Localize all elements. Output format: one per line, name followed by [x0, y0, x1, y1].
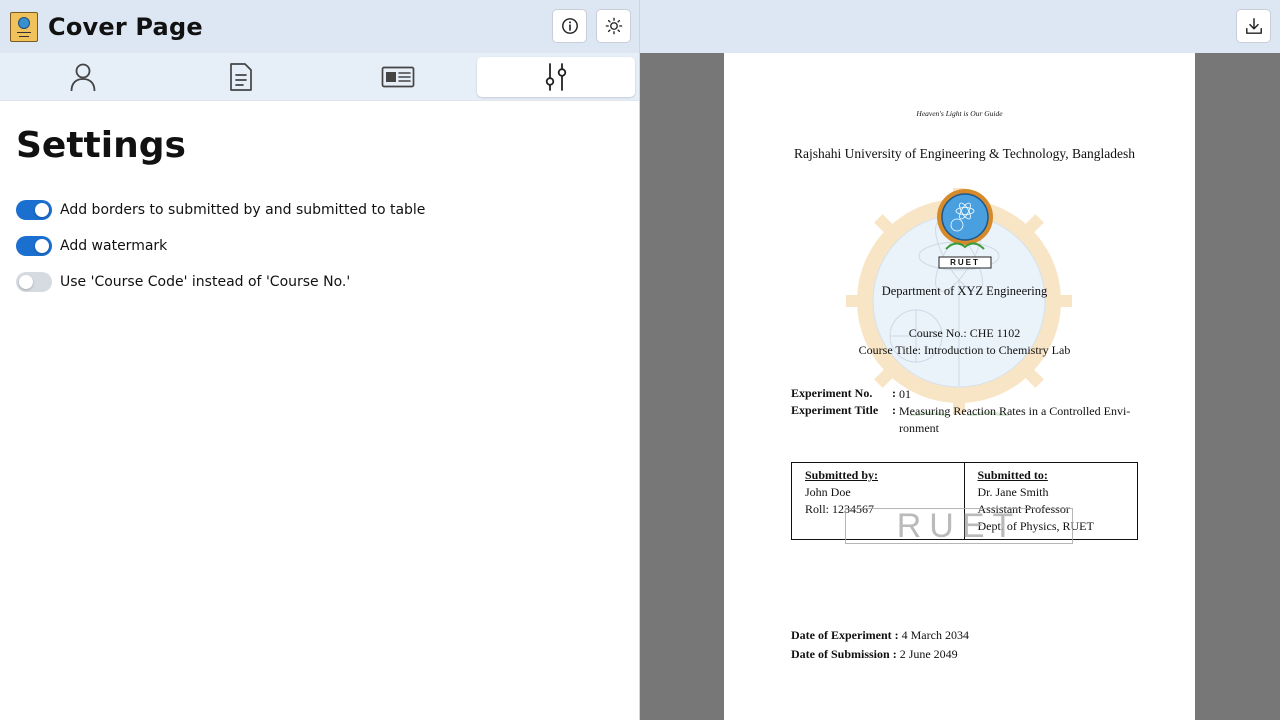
download-icon — [1245, 18, 1262, 34]
preview-panel: Heaven's Light is Our Guide Rajshahi Uni… — [640, 0, 1280, 720]
tab-submission-info[interactable] — [320, 57, 478, 97]
date-submission-label: Date of Submission — [791, 647, 890, 661]
student-name: John Doe — [805, 485, 851, 499]
date-experiment-label: Date of Experiment — [791, 628, 892, 642]
university-name: Rajshahi University of Engineering & Tec… — [794, 146, 1135, 161]
setting-table-borders: Add borders to submitted by and submitte… — [16, 192, 623, 228]
document-icon — [229, 62, 252, 91]
person-icon — [70, 63, 96, 91]
sliders-icon — [545, 62, 567, 91]
tab-student-info[interactable] — [4, 57, 162, 97]
info-icon — [561, 18, 578, 34]
date-of-submission-row: Date of Submission : 2 June 2049 — [791, 647, 958, 661]
submitted-to-heading: Submitted to: — [977, 468, 1048, 482]
course-title: Course Title: Introduction to Chemistry … — [858, 343, 1071, 357]
logo-caption: RUET — [950, 258, 980, 267]
table-borders-toggle[interactable] — [16, 200, 52, 220]
experiment-title-label: Experiment Title — [791, 403, 879, 417]
watermark-text: RUET — [845, 508, 1073, 544]
date-of-experiment-row: Date of Experiment : 4 March 2034 — [791, 628, 969, 642]
download-button[interactable] — [1236, 9, 1271, 43]
app-title: Cover Page — [48, 12, 203, 41]
app-logo-icon — [10, 11, 38, 42]
tab-course-info[interactable] — [162, 57, 320, 97]
watermark-toggle[interactable] — [16, 236, 52, 256]
watermark-label: Add watermark — [60, 238, 168, 254]
preview-header — [640, 0, 1280, 53]
cover-page-preview: Heaven's Light is Our Guide Rajshahi Uni… — [724, 53, 1195, 720]
sun-icon — [605, 17, 622, 35]
course-code-label: Use 'Course Code' instead of 'Course No.… — [60, 274, 351, 290]
editor-panel: Cover Page Settings Add borders to submi… — [0, 0, 640, 720]
info-button[interactable] — [552, 9, 587, 43]
app-header: Cover Page — [0, 0, 639, 53]
settings-title: Settings — [16, 125, 186, 166]
table-borders-label: Add borders to submitted by and submitte… — [60, 202, 426, 218]
date-experiment-value: 4 March 2034 — [901, 628, 969, 642]
date-submission-value: 2 June 2049 — [899, 647, 958, 661]
experiment-no-label: Experiment No. — [791, 386, 873, 400]
motto: Heaven's Light is Our Guide — [916, 109, 1003, 118]
teacher-name: Dr. Jane Smith — [977, 485, 1049, 499]
university-logo-icon — [937, 189, 993, 269]
setting-course-code: Use 'Course Code' instead of 'Course No.… — [16, 264, 623, 300]
course-code-toggle[interactable] — [16, 272, 52, 292]
tab-settings[interactable] — [477, 56, 635, 97]
theme-toggle-button[interactable] — [596, 9, 631, 43]
experiment-no-row: Experiment No. : 01 — [791, 386, 1139, 403]
department: Department of XYZ Engineering — [881, 284, 1048, 298]
settings-section: Settings Add borders to submitted by and… — [0, 101, 639, 322]
experiment-no-value: 01 — [899, 387, 911, 401]
experiment-title-value: Measuring Reaction Rates in a Controlled… — [899, 404, 1131, 435]
experiment-title-row: Experiment Title : Measuring Reaction Ra… — [791, 403, 1139, 437]
id-card-icon — [382, 66, 415, 87]
setting-watermark: Add watermark — [16, 228, 623, 264]
submitted-by-heading: Submitted by: — [805, 468, 879, 482]
tab-bar — [0, 53, 639, 101]
course-no: Course No.: CHE 1102 — [908, 326, 1021, 340]
